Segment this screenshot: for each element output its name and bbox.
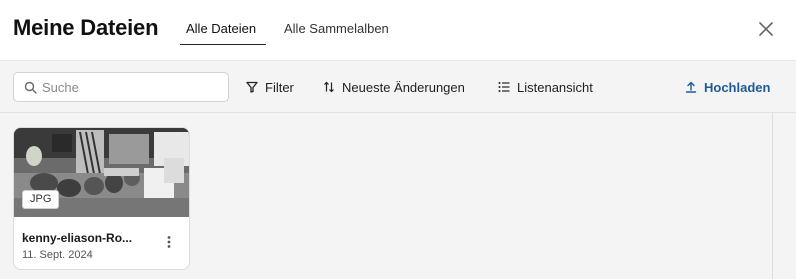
search-input[interactable]: [42, 78, 222, 96]
file-type-badge: JPG: [22, 190, 60, 209]
toolbar: Filter Neueste Änderungen Listenansicht …: [0, 60, 796, 113]
more-options-button[interactable]: [161, 234, 177, 250]
filter-label: Filter: [265, 79, 294, 95]
upload-button[interactable]: Hochladen: [685, 78, 770, 96]
view-label: Listenansicht: [517, 79, 593, 95]
page-title: Meine Dateien: [13, 15, 159, 40]
list-view-icon: [498, 82, 510, 92]
file-date: 11. Sept. 2024: [22, 249, 93, 261]
tab-all-files[interactable]: Alle Dateien: [180, 21, 266, 45]
tab-label: Alle Dateien: [186, 21, 257, 36]
file-name: kenny-eliason-Ro...: [22, 231, 133, 245]
upload-label: Hochladen: [704, 79, 771, 95]
tab-all-albums[interactable]: Alle Sammelalben: [284, 21, 389, 45]
sort-button[interactable]: Neueste Änderungen: [323, 78, 465, 96]
filter-button[interactable]: Filter: [246, 78, 294, 96]
sort-icon: [324, 81, 334, 93]
close-button[interactable]: [756, 19, 776, 39]
tab-label: Alle Sammelalben: [284, 21, 389, 36]
filter-icon: [246, 81, 258, 93]
file-thumbnail: JPG: [14, 128, 189, 217]
scrollbar[interactable]: [772, 113, 773, 279]
modal-header: Meine Dateien Alle Dateien Alle Sammelal…: [0, 0, 796, 60]
file-card[interactable]: JPG kenny-eliason-Ro... 11. Sept. 2024: [13, 127, 190, 270]
more-vertical-icon: [167, 236, 171, 248]
close-icon: [759, 22, 773, 36]
sort-label: Neueste Änderungen: [342, 79, 465, 95]
upload-icon: [685, 81, 697, 93]
search-box[interactable]: [13, 72, 229, 102]
search-icon: [24, 81, 37, 94]
view-toggle-button[interactable]: Listenansicht: [498, 78, 593, 96]
